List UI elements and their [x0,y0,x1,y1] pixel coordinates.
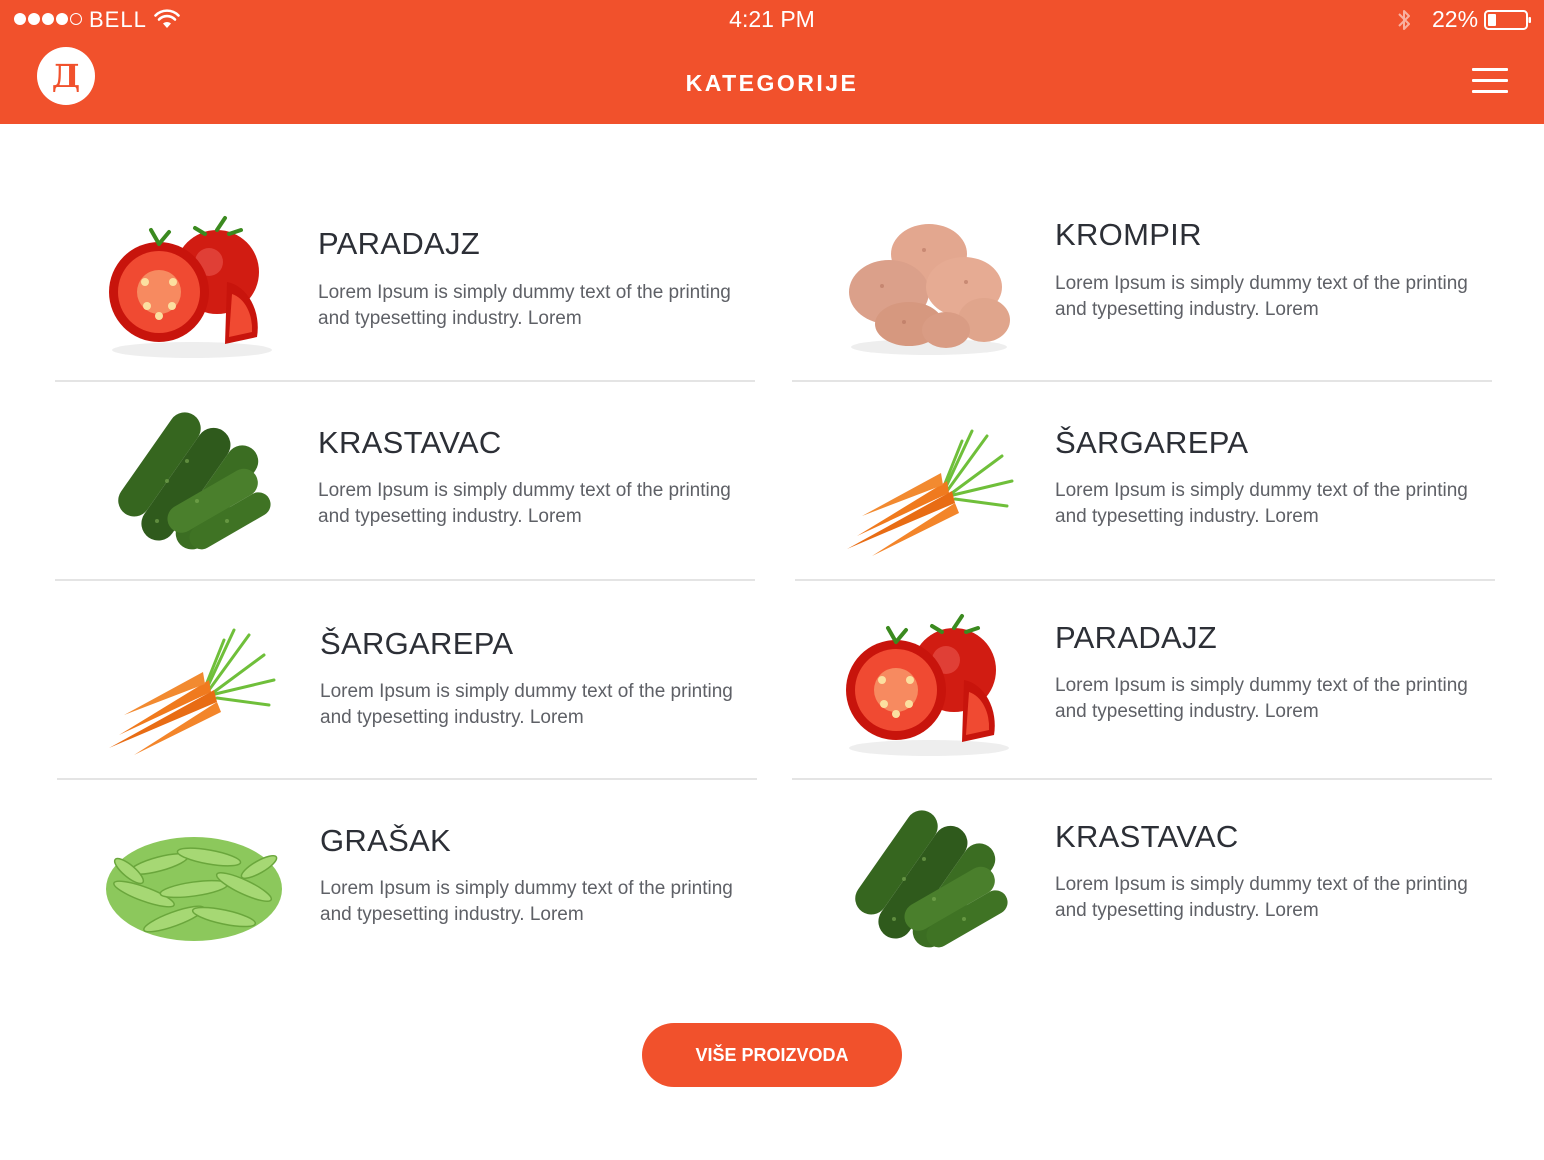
carrot-image [109,628,276,755]
bluetooth-icon [1398,10,1410,30]
category-card[interactable]: PARADAJZ Lorem Ipsum is simply dummy tex… [792,582,1492,780]
category-grid: PARADAJZ Lorem Ipsum is simply dummy tex… [0,124,1544,984]
page-title: KATEGORIJE [685,70,859,96]
battery-icon [1484,10,1531,30]
cucumber-image [118,412,271,550]
status-time: 4:21 PM [729,6,815,32]
category-description: Lorem Ipsum is simply dummy text of the … [1055,675,1468,722]
category-title: ŠARGAREPA [320,626,514,661]
category-title: PARADAJZ [318,226,481,261]
carrot-image [847,429,1014,556]
category-description: Lorem Ipsum is simply dummy text of the … [318,282,731,329]
tomato-image [109,216,272,358]
app-header: BELL 4:21 PM 22% Д KATEGORIJE [0,0,1544,124]
more-products-button[interactable]: VIŠE PROIZVODA [642,1023,902,1087]
category-title: PARADAJZ [1055,620,1218,655]
category-title: ŠARGAREPA [1055,425,1249,460]
category-card[interactable]: ŠARGAREPA Lorem Ipsum is simply dummy te… [795,383,1495,581]
status-bar: BELL 4:21 PM 22% [0,0,1544,40]
peas-image [106,837,282,941]
category-card[interactable]: KRASTAVAC Lorem Ipsum is simply dummy te… [792,781,1492,979]
category-card[interactable]: GRAŠAK Lorem Ipsum is simply dummy text … [57,781,757,979]
battery-percent: 22% [1432,6,1479,32]
category-title: KROMPIR [1055,217,1202,252]
category-description: Lorem Ipsum is simply dummy text of the … [318,480,731,527]
category-description: Lorem Ipsum is simply dummy text of the … [1055,874,1468,921]
category-description: Lorem Ipsum is simply dummy text of the … [1055,273,1468,320]
category-title: KRASTAVAC [318,425,502,460]
category-title: KRASTAVAC [1055,819,1239,854]
category-description: Lorem Ipsum is simply dummy text of the … [320,681,733,728]
category-title: GRAŠAK [320,823,452,858]
category-card[interactable]: KRASTAVAC Lorem Ipsum is simply dummy te… [55,383,755,581]
potato-image [849,224,1010,355]
category-card[interactable]: KROMPIR Lorem Ipsum is simply dummy text… [792,184,1492,382]
category-card[interactable]: ŠARGAREPA Lorem Ipsum is simply dummy te… [57,582,757,780]
category-description: Lorem Ipsum is simply dummy text of the … [320,878,733,925]
hamburger-menu-icon[interactable] [1472,68,1508,96]
cucumber-image [855,810,1008,948]
category-description: Lorem Ipsum is simply dummy text of the … [1055,480,1468,527]
tomato-image [846,614,1009,756]
category-card[interactable]: PARADAJZ Lorem Ipsum is simply dummy tex… [55,184,755,382]
